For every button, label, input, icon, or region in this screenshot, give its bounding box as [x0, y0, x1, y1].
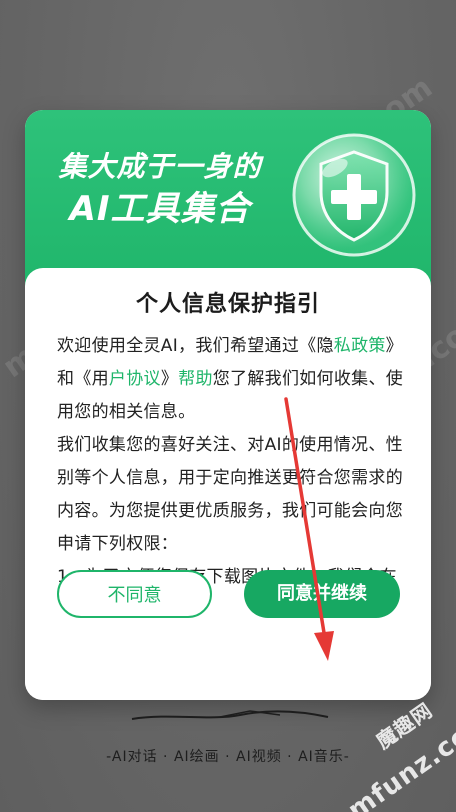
privacy-policy-link[interactable]: 私政策: [334, 336, 386, 356]
user-agreement-link[interactable]: 户协议: [109, 369, 161, 389]
body-paragraph: 我们收集您的喜好关注、对AI的使用情况、性别等个人信息，用于定向推送更符合您需求…: [57, 435, 403, 554]
banner-title-line1: 集大成于一身的: [58, 150, 262, 183]
body-text: 《隐: [299, 336, 334, 356]
dialog-body-scroll[interactable]: 欢迎使用全灵AI，我们希望通过《隐私政策》和《用户协议》帮助您了解我们如何收集、…: [57, 330, 407, 600]
body-text: 欢迎使用全灵AI，我们希望通过: [57, 336, 300, 356]
dialog-title: 个人信息保护指引: [135, 292, 320, 317]
body-text: 《用: [74, 369, 109, 389]
disagree-button[interactable]: 不同意: [57, 570, 212, 618]
agree-continue-button[interactable]: 同意并继续: [244, 570, 400, 618]
feature-tagline: -AI对话 · AI绘画 · AI视频 · AI音乐-: [106, 749, 350, 765]
help-link[interactable]: 帮助: [178, 369, 213, 389]
signature-scribble: [131, 710, 329, 720]
banner-title: 集大成于一身的 AI工具集合: [25, 150, 295, 230]
shield-cross-icon: [289, 130, 419, 260]
banner-title-line2: AI工具集合: [69, 189, 251, 229]
privacy-dialog: 集大成于一身的 AI工具集合 个人信息保护指引 欢迎使用全灵AI，我们希望通过《…: [25, 110, 431, 700]
body-text: 》: [160, 369, 179, 389]
dialog-content-card: 个人信息保护指引 欢迎使用全灵AI，我们希望通过《隐私政策》和《用户协议》帮助您…: [25, 268, 431, 700]
